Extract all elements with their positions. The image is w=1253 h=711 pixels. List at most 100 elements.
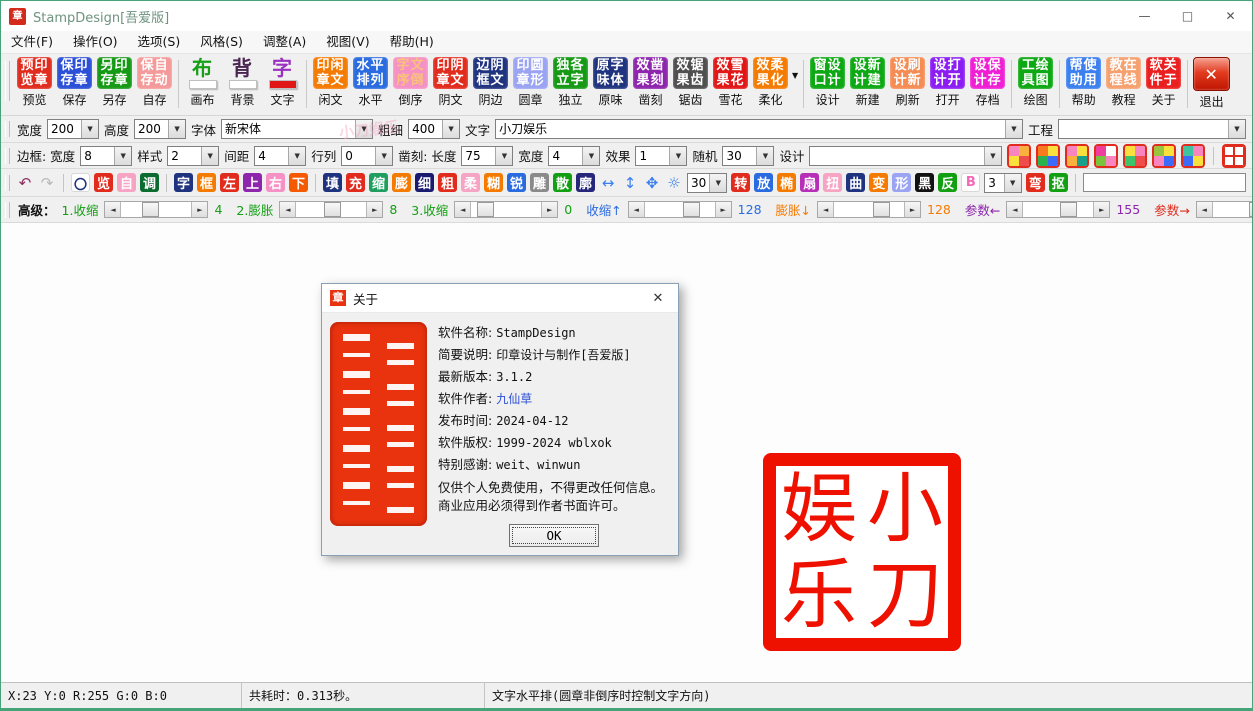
param-right-left-icon[interactable]: ◄	[1197, 202, 1213, 217]
fill-chip[interactable]: 填	[323, 173, 342, 192]
save-as-button[interactable]: 另印存章另存	[95, 57, 134, 108]
expand-2-right-icon[interactable]: ►	[366, 202, 382, 217]
shrink-3-track[interactable]	[471, 202, 541, 217]
chisel-effect-dropdown-icon[interactable]: ▼	[669, 147, 686, 165]
expand-down-left-icon[interactable]: ◄	[818, 202, 834, 217]
v-flip-icon[interactable]: ↕	[621, 173, 639, 192]
dialog-close-icon[interactable]: ✕	[638, 284, 678, 312]
menu-view[interactable]: 视图(V)	[316, 31, 379, 53]
stamp-text-dropdown-icon[interactable]: ▼	[1005, 120, 1022, 138]
shrink-1-thumb[interactable]	[142, 202, 159, 217]
font-dropdown-icon[interactable]: ▼	[355, 120, 372, 138]
effect-level-combo[interactable]: 3▼	[984, 173, 1021, 193]
original-flavor-button[interactable]: 原字味体原味	[591, 57, 630, 108]
expand-down-thumb[interactable]	[873, 202, 890, 217]
param-left-left-icon[interactable]: ◄	[1007, 202, 1023, 217]
canvas-area[interactable]: 章 关于 ✕ 软件名称: StampDesign简要说明: 印章设计与制作[吾爱…	[1, 223, 1252, 682]
shrink-3-right-icon[interactable]: ►	[541, 202, 557, 217]
font-weight-combo[interactable]: 400▼	[408, 119, 460, 139]
char-spacing-dropdown-icon[interactable]: ▼	[288, 147, 305, 165]
shrink-1-slider[interactable]: ◄►	[104, 201, 208, 218]
shrink-up-left-icon[interactable]: ◄	[629, 202, 645, 217]
grid-outline-preset[interactable]	[1222, 144, 1246, 168]
row-col-combo[interactable]: 0▼	[341, 146, 393, 166]
expand-down-track[interactable]	[834, 202, 904, 217]
menu-file[interactable]: 文件(F)	[1, 31, 63, 53]
shrink-up-track[interactable]	[645, 202, 715, 217]
black-chip[interactable]: 黑	[915, 173, 934, 192]
round-stamp-button[interactable]: 印圆章形圆章	[511, 57, 550, 108]
param-right-slider[interactable]: ◄►	[1196, 201, 1253, 218]
carve-chip[interactable]: 雕	[530, 173, 549, 192]
color-preset-7[interactable]	[1181, 144, 1205, 168]
expand-2-track[interactable]	[296, 202, 366, 217]
color-preset-4[interactable]	[1094, 144, 1118, 168]
menu-help[interactable]: 帮助(H)	[380, 31, 444, 53]
expand-chip[interactable]: 膨	[392, 173, 411, 192]
color-preset-6[interactable]	[1152, 144, 1176, 168]
chisel-effect-combo[interactable]: 1▼	[635, 146, 687, 166]
rotate-angle-combo[interactable]: 30▼	[687, 173, 727, 193]
frame-chip[interactable]: 框	[197, 173, 216, 192]
menu-adjust[interactable]: 调整(A)	[253, 31, 316, 53]
shrink-1-left-icon[interactable]: ◄	[105, 202, 121, 217]
menu-options[interactable]: 选项(S)	[128, 31, 191, 53]
shrink-up-thumb[interactable]	[683, 202, 700, 217]
preview-chip[interactable]: 览	[94, 173, 113, 192]
shrink-3-thumb[interactable]	[477, 202, 494, 217]
param-left-track[interactable]	[1023, 202, 1093, 217]
invert-chip[interactable]: 反	[938, 173, 957, 192]
effect-level-dropdown-icon[interactable]: ▼	[1004, 174, 1021, 192]
param-left-thumb[interactable]	[1060, 202, 1077, 217]
project-dropdown-icon[interactable]: ▼	[1228, 120, 1245, 138]
border-style-combo[interactable]: 2▼	[167, 146, 219, 166]
param-right-track[interactable]	[1213, 202, 1253, 217]
auto-save-button[interactable]: 保自存动自存	[135, 57, 174, 108]
chisel-effect-button[interactable]: 效凿果刻凿刻	[631, 57, 670, 108]
independent-button[interactable]: 独各立字独立	[551, 57, 590, 108]
blur-chip[interactable]: 糊	[484, 173, 503, 192]
expand-down-slider[interactable]: ◄►	[817, 201, 921, 218]
extract-chip[interactable]: 抠	[1049, 173, 1068, 192]
shrink-chip[interactable]: 缩	[369, 173, 388, 192]
shrink-1-right-icon[interactable]: ►	[191, 202, 207, 217]
ring-chip[interactable]: 〇	[71, 173, 90, 192]
auto-chip[interactable]: 自	[117, 173, 136, 192]
author-link[interactable]: 九仙草	[496, 392, 532, 406]
curve-chip[interactable]: 曲	[846, 173, 865, 192]
scale-chip[interactable]: 放	[754, 173, 773, 192]
snowflake-effect-button[interactable]: 效雪果花雪花	[711, 57, 750, 108]
text-color-button[interactable]: 字文字	[263, 57, 302, 108]
stamp-text-combo[interactable]: 小刀娱乐▼	[495, 119, 1023, 139]
expand-2-slider[interactable]: ◄►	[279, 201, 383, 218]
stamp-height-combo[interactable]: 200▼	[134, 119, 186, 139]
h-flip-icon[interactable]: ↔	[599, 173, 617, 192]
close-icon[interactable]: ✕	[1209, 1, 1252, 31]
border-width-combo[interactable]: 8▼	[80, 146, 132, 166]
param-left-slider[interactable]: ◄►	[1006, 201, 1110, 218]
idle-text-button[interactable]: 印闲章文闲文	[311, 57, 350, 108]
chisel-length-combo[interactable]: 75▼	[461, 146, 513, 166]
border-style-dropdown-icon[interactable]: ▼	[201, 147, 218, 165]
font-combo[interactable]: 新宋体▼	[221, 119, 373, 139]
param-right-thumb[interactable]	[1249, 202, 1253, 217]
tutorial-button[interactable]: 教在程线教程	[1104, 57, 1143, 108]
canvas-button[interactable]: 布画布	[183, 57, 222, 108]
font-weight-dropdown-icon[interactable]: ▼	[442, 120, 459, 138]
twist-chip[interactable]: 扭	[823, 173, 842, 192]
refresh-design-button[interactable]: 设刷计新刷新	[888, 57, 927, 108]
soften-dropdown-icon[interactable]: ▼	[792, 71, 798, 80]
right-chip[interactable]: 右	[266, 173, 285, 192]
design-window-button[interactable]: 窗设口计设计	[808, 57, 847, 108]
reverse-order-button[interactable]: 字文序倒倒序	[391, 57, 430, 108]
fan-chip[interactable]: 扇	[800, 173, 819, 192]
stamp-height-dropdown-icon[interactable]: ▼	[168, 120, 185, 138]
chisel-width-dropdown-icon[interactable]: ▼	[582, 147, 599, 165]
exit-button[interactable]: ✕退出	[1192, 57, 1231, 110]
expand-2-thumb[interactable]	[324, 202, 341, 217]
yin-text-button[interactable]: 印阴章文阴文	[431, 57, 470, 108]
chisel-random-combo[interactable]: 30▼	[722, 146, 774, 166]
expand-2-left-icon[interactable]: ◄	[280, 202, 296, 217]
down-chip[interactable]: 下	[289, 173, 308, 192]
left-chip[interactable]: 左	[220, 173, 239, 192]
